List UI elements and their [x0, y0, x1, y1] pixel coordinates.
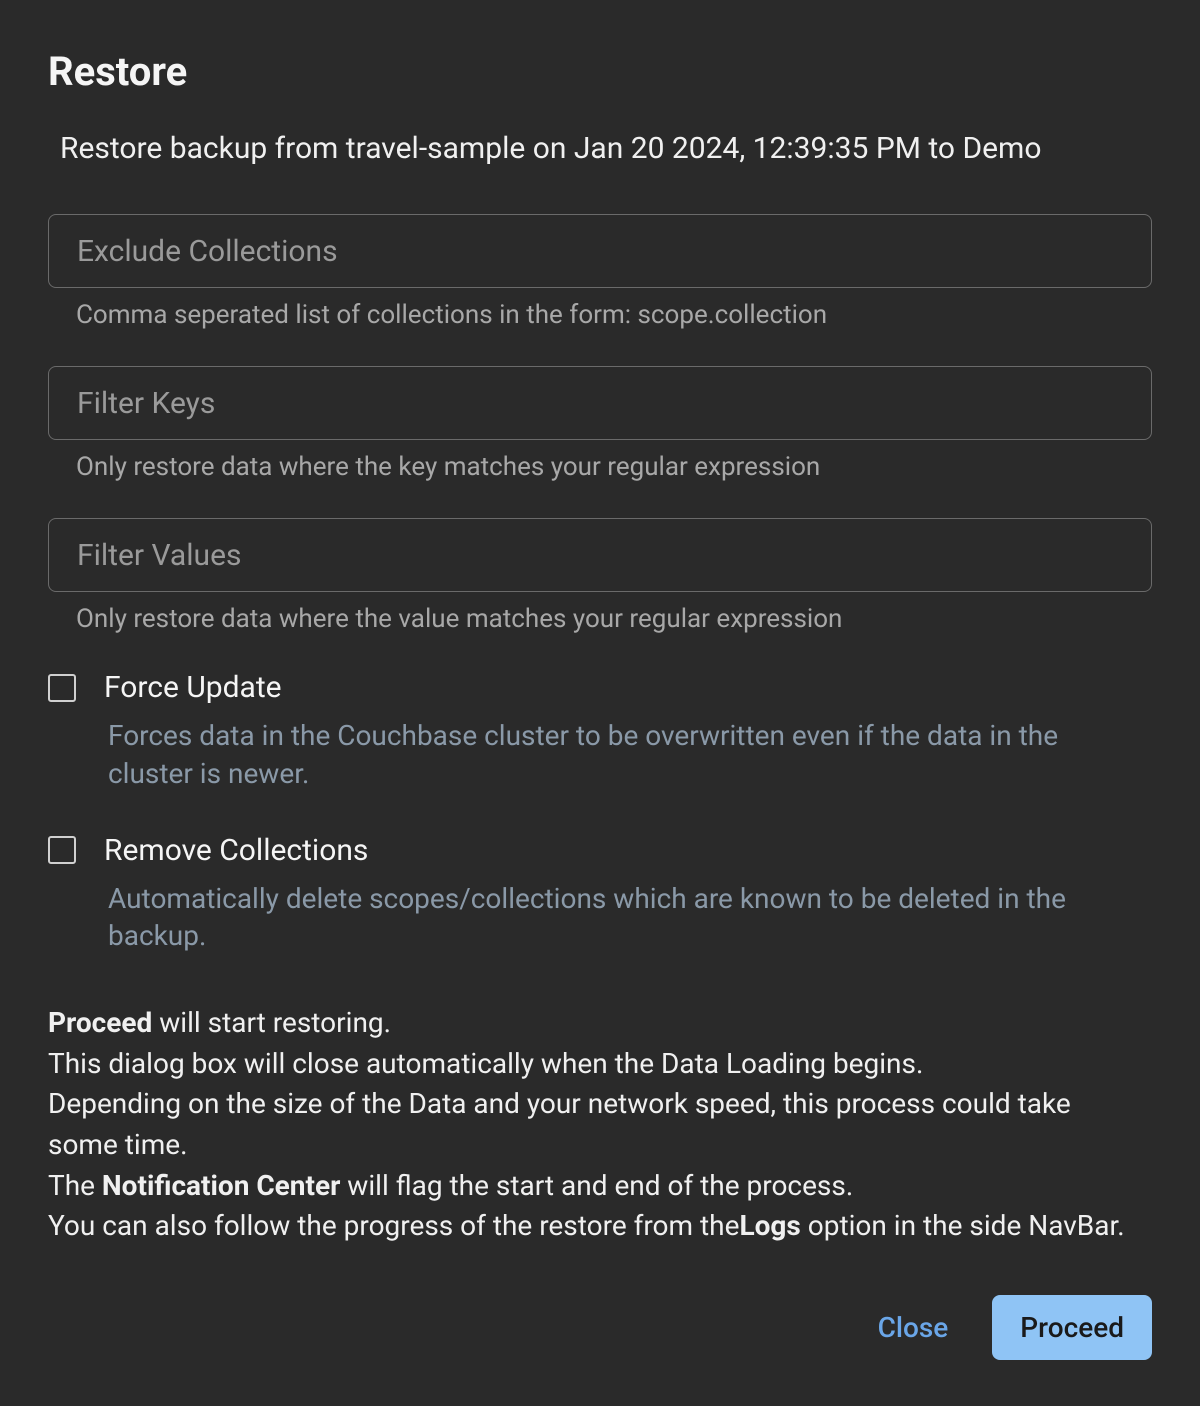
force-update-group: Force Update Forces data in the Couchbas…	[48, 670, 1152, 793]
info-block: Proceed will start restoring. This dialo…	[48, 1003, 1128, 1247]
force-update-checkbox[interactable]	[48, 674, 76, 702]
filter-values-input[interactable]	[48, 518, 1152, 592]
info-line3: Depending on the size of the Data and yo…	[48, 1087, 1071, 1161]
dialog-title: Restore	[48, 48, 1152, 95]
info-line5a: You can also follow the progress of the …	[48, 1209, 739, 1242]
exclude-collections-group: Comma seperated list of collections in t…	[48, 214, 1152, 330]
info-proceed-bold: Proceed	[48, 1006, 152, 1039]
info-line5b: option in the side NavBar.	[801, 1209, 1125, 1242]
remove-collections-checkbox[interactable]	[48, 836, 76, 864]
remove-collections-desc: Automatically delete scopes/collections …	[108, 880, 1118, 956]
exclude-collections-input[interactable]	[48, 214, 1152, 288]
force-update-desc: Forces data in the Couchbase cluster to …	[108, 717, 1118, 793]
remove-collections-label: Remove Collections	[104, 833, 368, 868]
filter-values-group: Only restore data where the value matche…	[48, 518, 1152, 634]
dialog-subtitle: Restore backup from travel-sample on Jan…	[60, 131, 1152, 166]
info-line1-rest: will start restoring.	[152, 1006, 391, 1039]
info-logs-bold: Logs	[739, 1209, 800, 1242]
filter-values-hint: Only restore data where the value matche…	[76, 604, 1152, 634]
info-notification-bold: Notification Center	[102, 1169, 340, 1202]
filter-keys-group: Only restore data where the key matches …	[48, 366, 1152, 482]
force-update-label: Force Update	[104, 670, 282, 705]
info-line2: This dialog box will close automatically…	[48, 1047, 923, 1080]
filter-keys-input[interactable]	[48, 366, 1152, 440]
exclude-collections-hint: Comma seperated list of collections in t…	[76, 300, 1152, 330]
proceed-button[interactable]: Proceed	[992, 1295, 1152, 1360]
remove-collections-group: Remove Collections Automatically delete …	[48, 833, 1152, 956]
button-row: Close Proceed	[48, 1247, 1152, 1360]
filter-keys-hint: Only restore data where the key matches …	[76, 452, 1152, 482]
info-line4b: will flag the start and end of the proce…	[340, 1169, 853, 1202]
close-button[interactable]: Close	[866, 1297, 961, 1358]
info-line4a: The	[48, 1169, 102, 1202]
